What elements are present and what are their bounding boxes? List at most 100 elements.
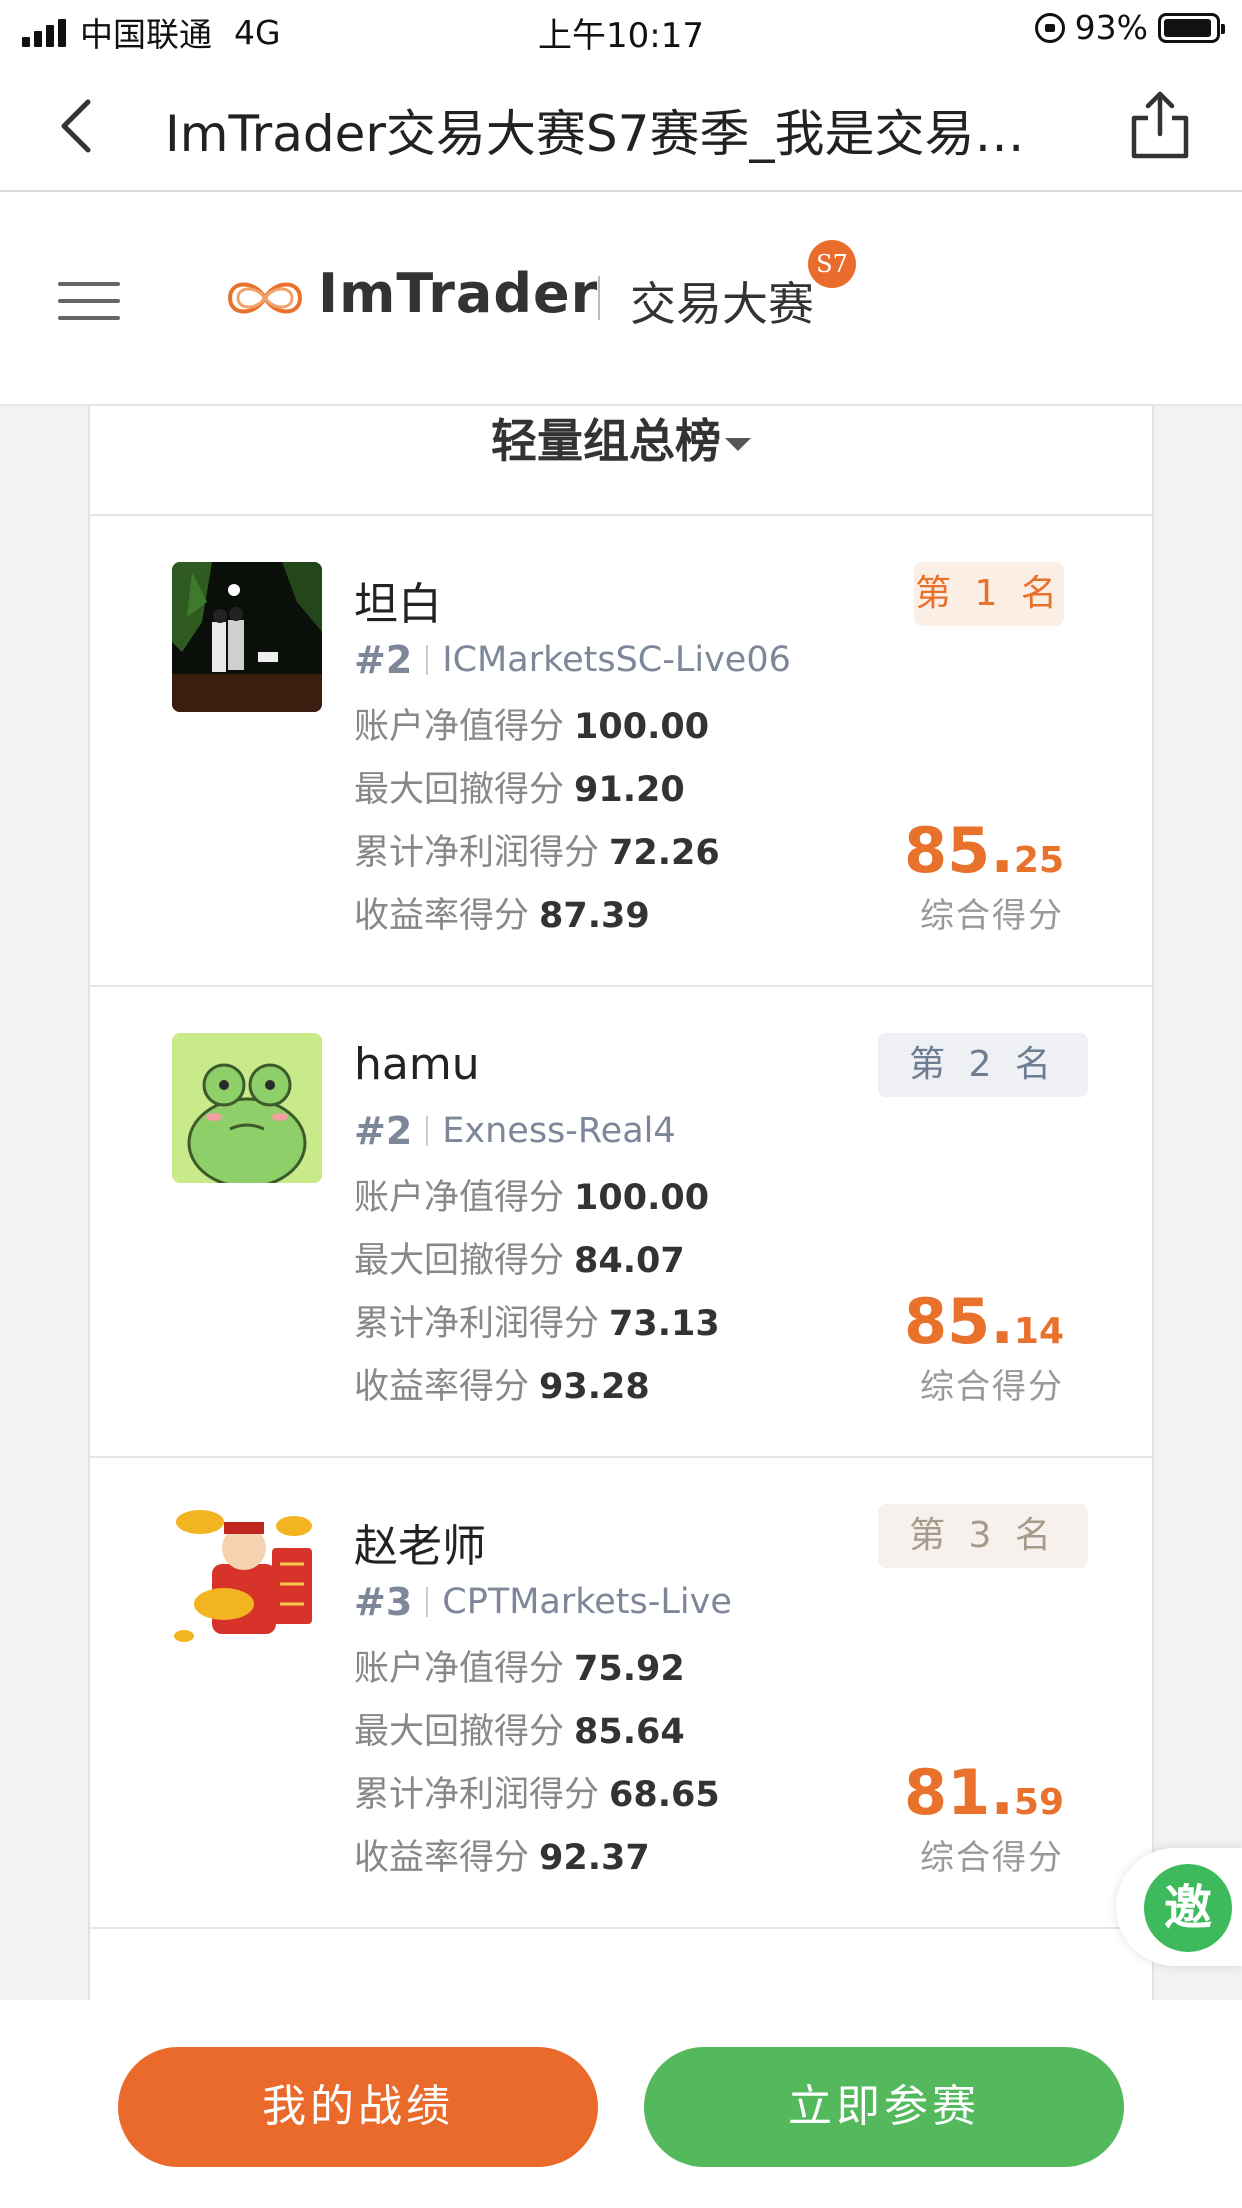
infinity-logo-icon (227, 282, 303, 314)
board-selector[interactable]: 轻量组总榜 (90, 406, 1152, 516)
divider (426, 645, 429, 675)
page-title: ImTrader交易大赛S7赛季_我是交易… (165, 105, 1025, 163)
avatar (172, 1504, 322, 1654)
metric-value: 73.13 (609, 1304, 720, 1344)
score-integer: 81. (904, 1756, 1014, 1829)
divider (426, 1116, 429, 1146)
total-score: 85.25 综合得分 (904, 816, 1064, 937)
invite-label: 邀 (1144, 1864, 1232, 1952)
broker-server: ICMarketsSC-Live06 (442, 640, 791, 680)
account-info: #2 ICMarketsSC-Live06 (354, 638, 791, 682)
account-index: #2 (354, 1109, 413, 1153)
score-integer: 85. (904, 814, 1014, 887)
invite-float-button[interactable]: 邀 (1116, 1848, 1242, 1966)
trader-name: 赵老师 (354, 1521, 486, 1572)
score-caption: 综合得分 (920, 1838, 1064, 1878)
metric-label: 累计净利润得分 (354, 833, 600, 873)
leaderboard: 轻量组总榜 坦白 #2 ICMarketsSC-Live06 账户净值得分 100… (88, 406, 1154, 2000)
metric-profit: 累计净利润得分 72.26 (354, 822, 720, 885)
metric-label: 最大回撤得分 (354, 1241, 565, 1281)
metric-label: 最大回撤得分 (354, 1712, 565, 1752)
metric-value: 87.39 (539, 896, 650, 936)
logo-divider (598, 276, 600, 320)
caret-down-icon (725, 438, 751, 451)
metric-value: 84.07 (574, 1241, 685, 1281)
status-bar: 中国联通 4G 上午10:17 93% (0, 0, 1242, 64)
metric-label: 收益率得分 (354, 1838, 530, 1878)
season-badge: S7 (808, 240, 856, 288)
trader-name: hamu (354, 1039, 480, 1090)
bottom-action-bar: 我的战绩 立即参赛 (0, 2000, 1242, 2208)
total-score: 85.14 综合得分 (904, 1287, 1064, 1408)
battery-icon (1158, 12, 1225, 43)
rank-badge: 第 1 名 (914, 562, 1064, 626)
battery-fill (1164, 18, 1211, 37)
metric-equity: 账户净值得分 75.92 (354, 1638, 720, 1701)
menu-icon[interactable] (58, 282, 120, 320)
metric-value: 75.92 (574, 1649, 685, 1689)
metric-equity: 账户净值得分 100.00 (354, 1167, 720, 1230)
metrics: 账户净值得分 100.00 最大回撤得分 84.07 累计净利润得分 73.13 收益… (354, 1167, 720, 1419)
rank-badge: 第 3 名 (878, 1504, 1088, 1568)
broker-server: Exness-Real4 (442, 1111, 676, 1151)
trader-name: 坦白 (354, 579, 442, 630)
metric-label: 收益率得分 (354, 896, 530, 936)
metric-value: 68.65 (609, 1775, 720, 1815)
metric-value: 92.37 (539, 1838, 650, 1878)
board-title: 轻量组总榜 (491, 414, 721, 468)
score-caption: 综合得分 (920, 896, 1064, 936)
metric-label: 累计净利润得分 (354, 1304, 600, 1344)
brand-header: ImTrader 交易大赛 S7 (0, 192, 1242, 406)
metric-value: 93.28 (539, 1367, 650, 1407)
nav-bar: ImTrader交易大赛S7赛季_我是交易… (0, 64, 1242, 192)
metric-value: 85.64 (574, 1712, 685, 1752)
share-icon[interactable] (1128, 90, 1192, 160)
brand-subtitle: 交易大赛 (630, 277, 814, 331)
rank-badge: 第 2 名 (878, 1033, 1088, 1097)
metric-label: 最大回撤得分 (354, 770, 565, 810)
my-record-button[interactable]: 我的战绩 (118, 2047, 598, 2167)
metrics: 账户净值得分 75.92 最大回撤得分 85.64 累计净利润得分 68.65 收益率… (354, 1638, 720, 1890)
metric-label: 账户净值得分 (354, 1178, 565, 1218)
join-now-button[interactable]: 立即参赛 (644, 2047, 1124, 2167)
status-right: 93% (1034, 8, 1225, 47)
leaderboard-row[interactable]: 坦白 #2 ICMarketsSC-Live06 账户净值得分 100.00 最大… (90, 516, 1152, 987)
avatar (172, 562, 322, 712)
rotation-lock-icon (1034, 12, 1065, 43)
metric-label: 账户净值得分 (354, 707, 565, 747)
account-index: #2 (354, 638, 413, 682)
divider (426, 1587, 429, 1617)
score-decimal: 14 (1013, 1311, 1064, 1352)
leaderboard-row[interactable]: hamu #2 Exness-Real4 账户净值得分 100.00 最大回撤得分… (90, 987, 1152, 1458)
total-score: 81.59 综合得分 (904, 1758, 1064, 1879)
metric-profit: 累计净利润得分 68.65 (354, 1764, 720, 1827)
score-caption: 综合得分 (920, 1367, 1064, 1407)
metric-drawdown: 最大回撤得分 84.07 (354, 1230, 720, 1293)
metric-value: 72.26 (609, 833, 720, 873)
battery-percent: 93% (1074, 8, 1148, 47)
metric-value: 91.20 (574, 770, 685, 810)
account-index: #3 (354, 1580, 413, 1624)
avatar (172, 1033, 322, 1183)
metric-drawdown: 最大回撤得分 91.20 (354, 759, 720, 822)
metric-drawdown: 最大回撤得分 85.64 (354, 1701, 720, 1764)
metric-profit: 累计净利润得分 73.13 (354, 1293, 720, 1356)
broker-server: CPTMarkets-Live (442, 1582, 732, 1622)
metric-label: 累计净利润得分 (354, 1775, 600, 1815)
score-decimal: 59 (1013, 1782, 1064, 1823)
account-info: #3 CPTMarkets-Live (354, 1580, 732, 1624)
back-icon[interactable] (50, 96, 110, 156)
metric-label: 账户净值得分 (354, 1649, 565, 1689)
score-decimal: 25 (1013, 840, 1064, 881)
leaderboard-row[interactable]: 赵老师 #3 CPTMarkets-Live 账户净值得分 75.92 最大回撤得… (90, 1458, 1152, 1929)
account-info: #2 Exness-Real4 (354, 1109, 676, 1153)
metric-return: 收益率得分 87.39 (354, 885, 720, 948)
metric-return: 收益率得分 93.28 (354, 1356, 720, 1419)
metric-value: 100.00 (574, 1178, 710, 1218)
metric-equity: 账户净值得分 100.00 (354, 696, 720, 759)
metric-label: 收益率得分 (354, 1367, 530, 1407)
metrics: 账户净值得分 100.00 最大回撤得分 91.20 累计净利润得分 72.26 收益… (354, 696, 720, 948)
metric-value: 100.00 (574, 707, 710, 747)
brand-name: ImTrader (318, 262, 599, 325)
score-integer: 85. (904, 1285, 1014, 1358)
